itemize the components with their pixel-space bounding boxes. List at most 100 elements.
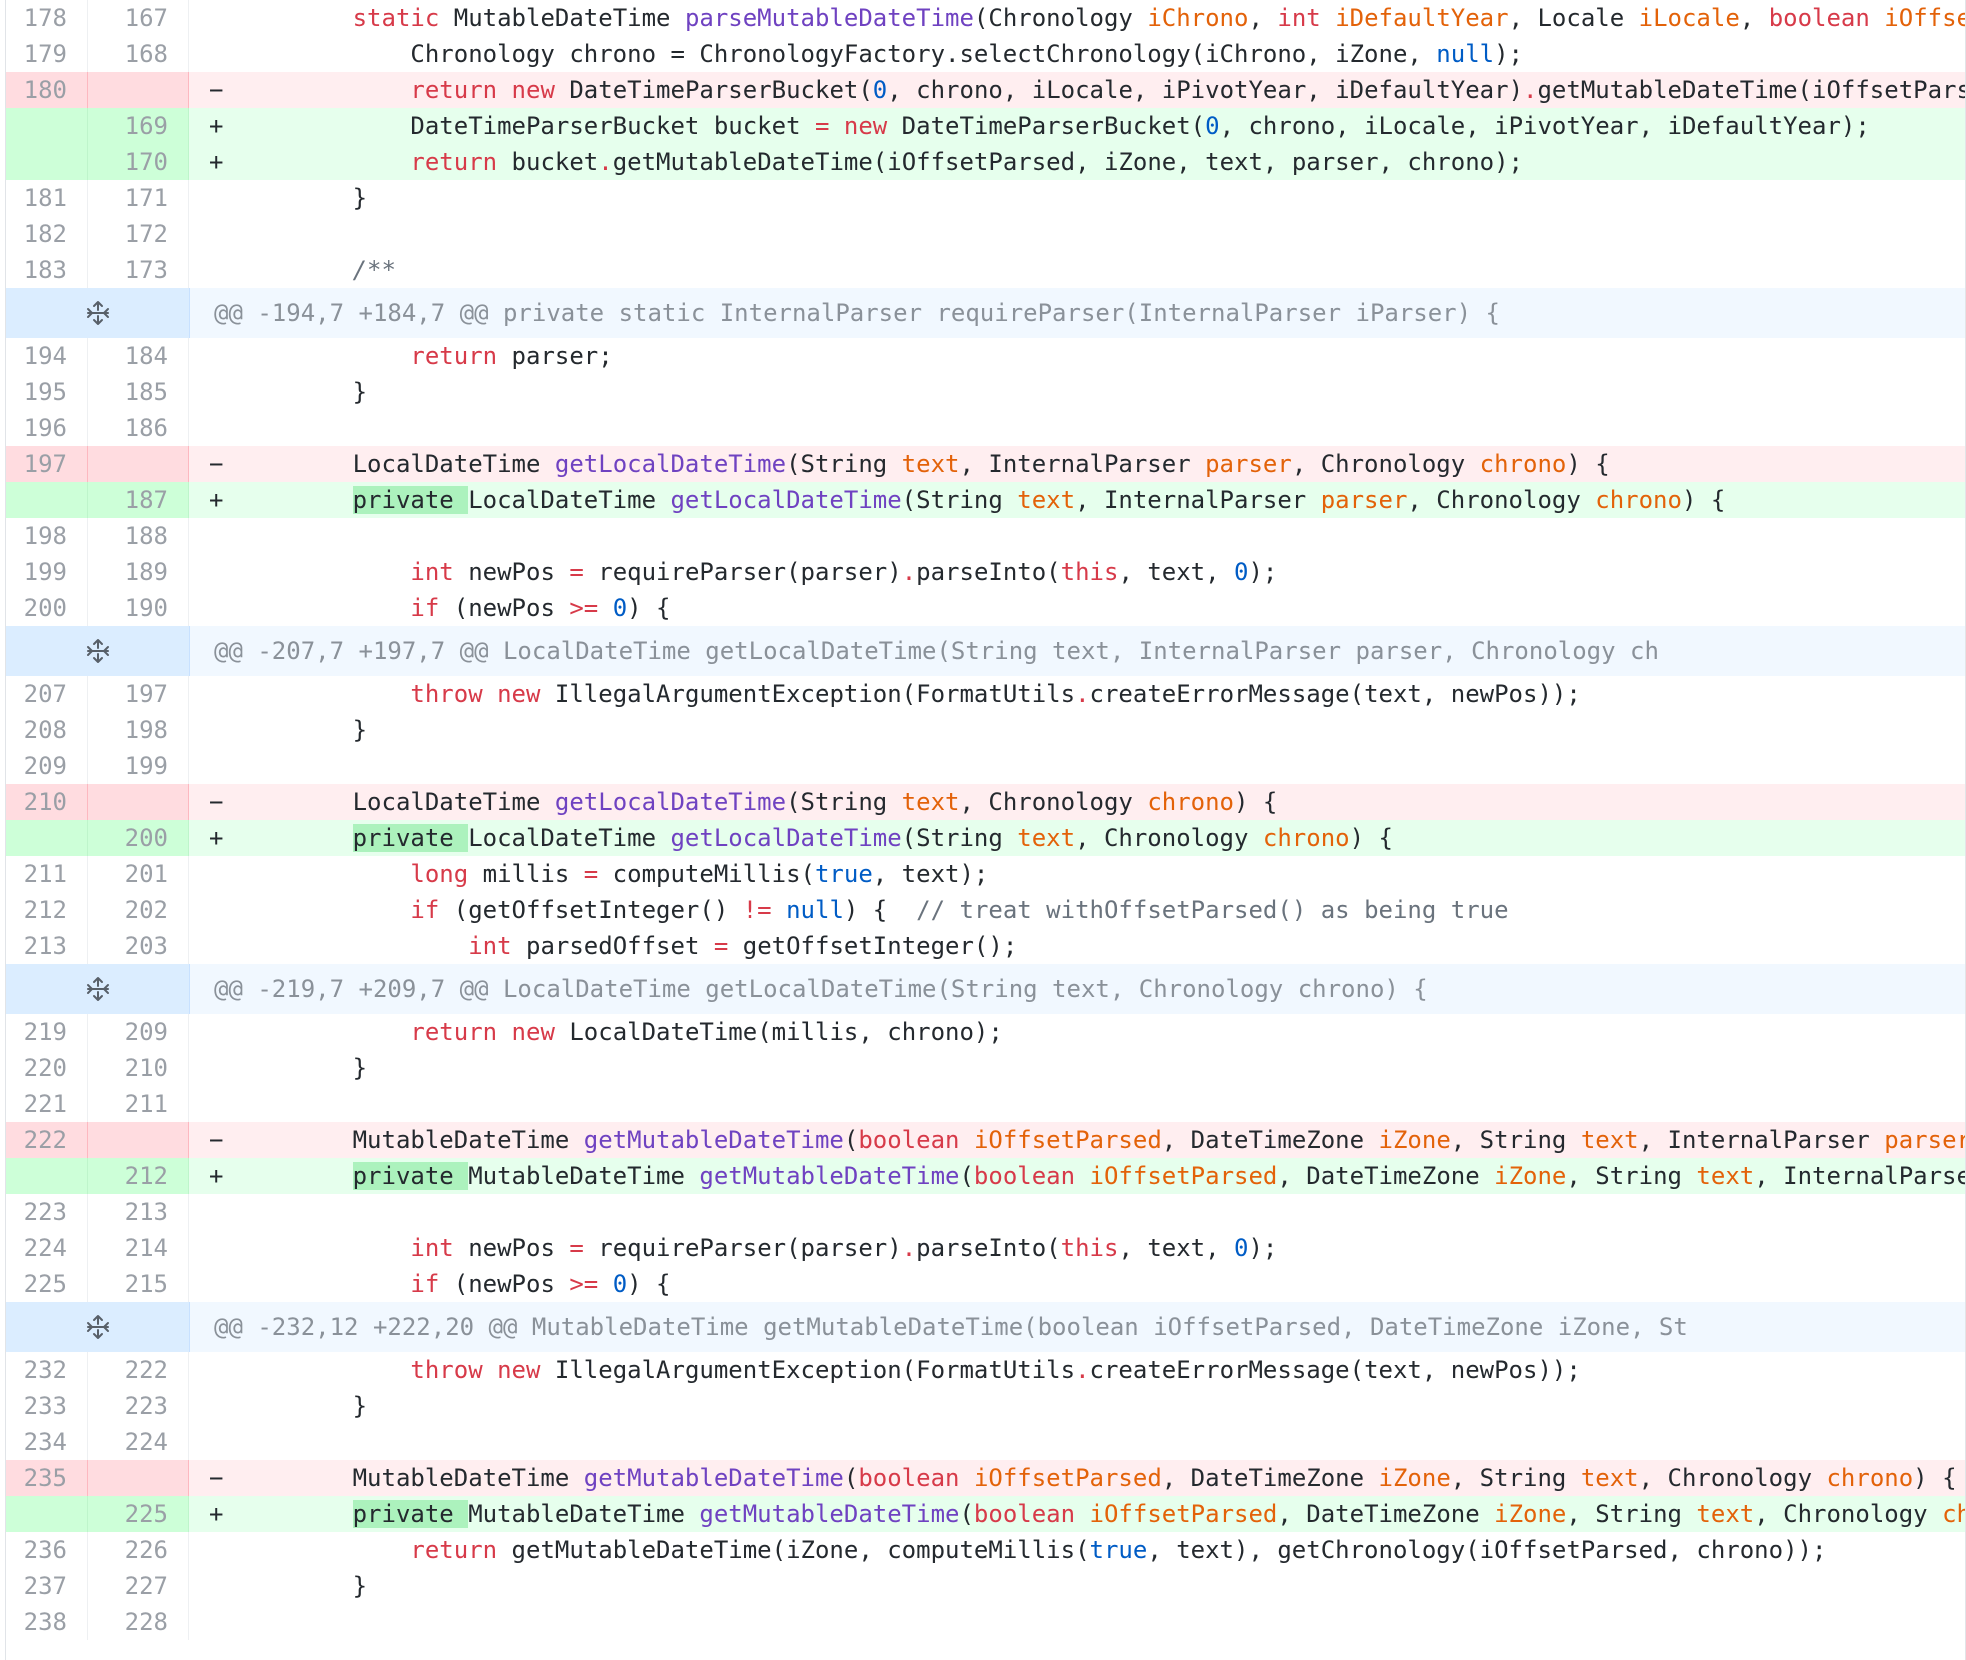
code-line: − return new DateTimeParserBucket(0, chr… [189,72,1965,108]
old-line-number[interactable]: 232 [6,1352,88,1388]
expand-button[interactable] [6,626,190,676]
new-line-number[interactable] [88,1122,189,1158]
new-line-number[interactable]: 190 [88,590,189,626]
old-line-number[interactable]: 238 [6,1604,88,1640]
new-line-number[interactable]: 170 [88,144,189,180]
old-line-number[interactable]: 178 [6,0,88,36]
old-line-number[interactable]: 197 [6,446,88,482]
new-line-number[interactable]: 201 [88,856,189,892]
new-line-number[interactable]: 184 [88,338,189,374]
new-line-number[interactable]: 171 [88,180,189,216]
old-line-number[interactable]: 212 [6,892,88,928]
old-line-number[interactable]: 219 [6,1014,88,1050]
new-line-number[interactable]: 228 [88,1604,189,1640]
new-line-number[interactable] [88,72,189,108]
old-line-number[interactable]: 183 [6,252,88,288]
new-line-number[interactable]: 224 [88,1424,189,1460]
new-line-number[interactable]: 187 [88,482,189,518]
code-line [189,748,1965,784]
new-line-number[interactable]: 203 [88,928,189,964]
old-line-number[interactable]: 223 [6,1194,88,1230]
new-line-number[interactable]: 226 [88,1532,189,1568]
old-line-number[interactable]: 237 [6,1568,88,1604]
new-line-number[interactable]: 210 [88,1050,189,1086]
new-line-number[interactable]: 211 [88,1086,189,1122]
old-line-number[interactable]: 182 [6,216,88,252]
code-text: LocalDateTime [468,486,671,514]
code-text: , Chronology [1291,450,1480,478]
old-line-number[interactable]: 199 [6,554,88,590]
old-line-number[interactable]: 207 [6,676,88,712]
new-line-number[interactable]: 200 [88,820,189,856]
old-line-number[interactable]: 210 [6,784,88,820]
old-line-number[interactable]: 221 [6,1086,88,1122]
new-line-number[interactable]: 212 [88,1158,189,1194]
new-line-number[interactable]: 222 [88,1352,189,1388]
old-line-number[interactable]: 213 [6,928,88,964]
old-line-number[interactable]: 195 [6,374,88,410]
new-line-number[interactable]: 199 [88,748,189,784]
new-line-number[interactable]: 189 [88,554,189,590]
new-line-number[interactable]: 202 [88,892,189,928]
new-line-number[interactable] [88,784,189,820]
old-line-number[interactable]: 220 [6,1050,88,1086]
old-line-number[interactable]: 209 [6,748,88,784]
old-line-number[interactable]: 181 [6,180,88,216]
new-line-number[interactable] [88,446,189,482]
new-line-number[interactable]: 168 [88,36,189,72]
context-line: 213 203 int parsedOffset = getOffsetInteg… [6,928,1965,964]
new-line-number[interactable]: 188 [88,518,189,554]
old-line-number[interactable] [6,1158,88,1194]
new-line-number[interactable] [88,1460,189,1496]
new-line-number[interactable]: 198 [88,712,189,748]
new-line-number[interactable]: 227 [88,1568,189,1604]
old-line-number[interactable]: 222 [6,1122,88,1158]
new-line-number[interactable]: 169 [88,108,189,144]
old-line-number[interactable]: 196 [6,410,88,446]
new-line-number[interactable]: 209 [88,1014,189,1050]
old-line-number[interactable] [6,820,88,856]
new-line-number[interactable]: 214 [88,1230,189,1266]
new-line-number[interactable]: 223 [88,1388,189,1424]
new-line-number[interactable]: 186 [88,410,189,446]
old-line-number[interactable]: 224 [6,1230,88,1266]
old-line-number[interactable] [6,482,88,518]
old-line-number[interactable]: 233 [6,1388,88,1424]
code-token-kw: . [598,148,613,176]
old-line-number[interactable]: 235 [6,1460,88,1496]
old-line-number[interactable]: 198 [6,518,88,554]
code-text: } [237,378,368,406]
expand-button[interactable] [6,964,190,1014]
old-line-number[interactable]: 225 [6,1266,88,1302]
new-line-number[interactable]: 167 [88,0,189,36]
old-line-number[interactable]: 180 [6,72,88,108]
new-line-number[interactable]: 172 [88,216,189,252]
old-line-number[interactable]: 236 [6,1532,88,1568]
old-line-number[interactable] [6,1496,88,1532]
new-line-number[interactable]: 197 [88,676,189,712]
new-line-number[interactable]: 215 [88,1266,189,1302]
old-line-number[interactable]: 234 [6,1424,88,1460]
context-line: 224 214 int newPos = requireParser(parser… [6,1230,1965,1266]
new-line-number[interactable]: 213 [88,1194,189,1230]
code-token-kw: >= [569,594,599,622]
code-token-pa: text [1017,824,1076,852]
new-line-number[interactable]: 225 [88,1496,189,1532]
old-line-number[interactable]: 208 [6,712,88,748]
old-line-number[interactable]: 200 [6,590,88,626]
old-line-number[interactable]: 194 [6,338,88,374]
new-line-number[interactable]: 185 [88,374,189,410]
new-line-number[interactable]: 173 [88,252,189,288]
code-token-pa: iDefaultYear [1335,4,1509,32]
old-line-number[interactable] [6,108,88,144]
old-line-number[interactable]: 179 [6,36,88,72]
expand-button[interactable] [6,288,190,338]
old-line-number[interactable]: 211 [6,856,88,892]
old-line-number[interactable] [6,144,88,180]
diff-marker [189,1050,237,1086]
code-text: LocalDateTime [468,824,671,852]
code-token-cm2: // treat withOffsetParsed() as being tru… [916,896,1509,924]
expand-button[interactable] [6,1302,190,1352]
